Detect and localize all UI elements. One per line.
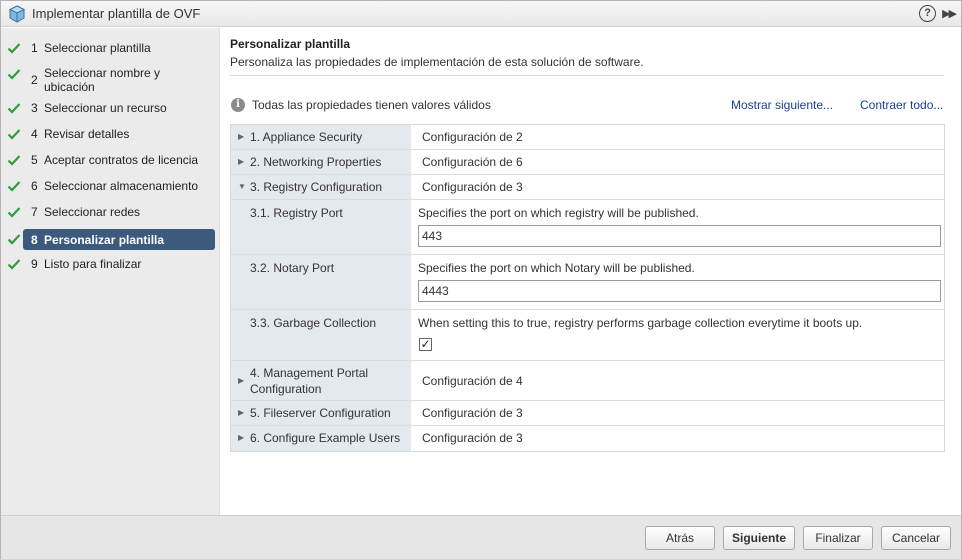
notary-port-input[interactable]: 4443 [418,280,941,302]
table-row: 3.3. Garbage Collection When setting thi… [231,310,944,361]
main-panel: Personalizar plantilla Personaliza las p… [221,28,961,515]
property-value: Configuración de 3 [422,406,523,420]
check-icon [7,207,21,218]
table-row[interactable]: ▼ 3. Registry Configuration Configuració… [231,175,944,200]
dialog-footer: Atrás Siguiente Finalizar Cancelar [1,515,961,559]
caret-down-icon[interactable]: ▼ [238,182,246,191]
property-label: 3. Registry Configuration [250,180,383,194]
step-label: Listo para finalizar [44,257,142,271]
table-row[interactable]: ▶ 4. Management Portal Configuration Con… [231,361,944,401]
step-number: 3 [31,101,38,115]
property-description: Specifies the port on which registry wil… [418,206,699,220]
property-label: 6. Configure Example Users [250,431,401,445]
finish-button[interactable]: Finalizar [803,526,873,550]
step-label: Seleccionar un recurso [44,101,167,115]
property-label: 3.2. Notary Port [250,261,335,275]
step-number: 5 [31,153,38,167]
table-row[interactable]: ▶ 5. Fileserver Configuration Configurac… [231,401,944,426]
next-button[interactable]: Siguiente [723,526,795,550]
validation-status: Todas las propiedades tienen valores vál… [252,98,491,112]
step-1[interactable]: 1 Seleccionar plantilla [1,40,220,56]
wizard-steps: 1 Seleccionar plantilla 2 Seleccionar no… [1,28,220,515]
check-icon [7,103,21,114]
step-7[interactable]: 7 Seleccionar redes [1,204,220,220]
garbage-collection-checkbox[interactable]: ✓ [419,338,432,351]
info-icon: i [231,98,245,112]
page-description: Personaliza las propiedades de implement… [230,55,644,69]
step-number: 6 [31,179,38,193]
property-label: 4. Management Portal Configuration [250,366,369,396]
check-icon [7,181,21,192]
table-row[interactable]: ▶ 2. Networking Properties Configuración… [231,150,944,175]
property-value: Configuración de 3 [422,180,523,194]
properties-table: ▶ 1. Appliance Security Configuración de… [230,124,945,452]
check-icon [7,69,21,80]
check-icon [7,155,21,166]
step-number: 4 [31,127,38,141]
collapse-all-link[interactable]: Contraer todo... [860,98,943,112]
title-bar: Implementar plantilla de OVF ? ▶▶ [1,1,961,27]
table-row: 3.2. Notary Port Specifies the port on w… [231,255,944,310]
caret-right-icon[interactable]: ▶ [238,132,244,141]
property-label: 5. Fileserver Configuration [250,406,391,420]
step-label: Aceptar contratos de licencia [44,153,199,167]
caret-right-icon[interactable]: ▶ [238,433,244,442]
step-3[interactable]: 3 Seleccionar un recurso [1,100,220,116]
step-4[interactable]: 4 Revisar detalles [1,126,220,142]
caret-right-icon[interactable]: ▶ [238,408,244,417]
step-number: 8 [31,232,38,247]
deploy-ovf-dialog: Implementar plantilla de OVF ? ▶▶ 1 Sele… [0,0,962,559]
step-8-active[interactable]: 8 Personalizar plantilla [23,229,215,250]
check-icon [7,259,21,270]
property-value: Configuración de 3 [422,431,523,445]
property-label: 2. Networking Properties [250,155,382,169]
property-label: 3.1. Registry Port [250,206,343,220]
step-number: 1 [31,41,38,55]
step-label: Revisar detalles [44,127,130,141]
step-label: Personalizar plantilla [44,232,165,247]
dialog-title: Implementar plantilla de OVF [32,6,201,21]
divider [230,75,944,76]
property-value: Configuración de 4 [422,374,523,388]
cancel-button[interactable]: Cancelar [881,526,951,550]
step-label: Seleccionar redes [44,205,141,219]
back-button[interactable]: Atrás [645,526,715,550]
check-icon [7,129,21,140]
caret-right-icon[interactable]: ▶ [238,376,244,385]
step-number: 2 [31,73,38,87]
property-label: 3.3. Garbage Collection [250,316,377,330]
property-description: Specifies the port on which Notary will … [418,261,695,275]
step-2[interactable]: 2 Seleccionar nombre y ubicación [1,65,220,95]
check-icon [7,234,21,245]
step-number: 9 [31,257,38,271]
step-6[interactable]: 6 Seleccionar almacenamiento [1,178,220,194]
table-row[interactable]: ▶ 6. Configure Example Users Configuraci… [231,426,944,451]
check-icon [7,43,21,54]
show-next-link[interactable]: Mostrar siguiente... [731,98,833,112]
page-title: Personalizar plantilla [230,37,351,51]
step-number: 7 [31,205,38,219]
table-row: 3.1. Registry Port Specifies the port on… [231,200,944,255]
help-icon[interactable]: ? [919,5,937,22]
step-5[interactable]: 5 Aceptar contratos de licencia [1,152,220,168]
property-description: When setting this to true, registry perf… [418,316,863,330]
expand-icon[interactable]: ▶▶ [942,7,957,20]
step-9[interactable]: 9 Listo para finalizar [1,256,220,272]
step-label: Seleccionar almacenamiento [44,179,199,193]
table-row[interactable]: ▶ 1. Appliance Security Configuración de… [231,125,944,150]
ovf-template-icon [8,4,26,23]
step-label: Seleccionar nombre y ubicación [44,66,161,94]
property-value: Configuración de 6 [422,155,523,169]
registry-port-input[interactable]: 443 [418,225,941,247]
caret-right-icon[interactable]: ▶ [238,157,244,166]
property-value: Configuración de 2 [422,130,523,144]
property-label: 1. Appliance Security [250,130,363,144]
step-label: Seleccionar plantilla [44,41,151,55]
